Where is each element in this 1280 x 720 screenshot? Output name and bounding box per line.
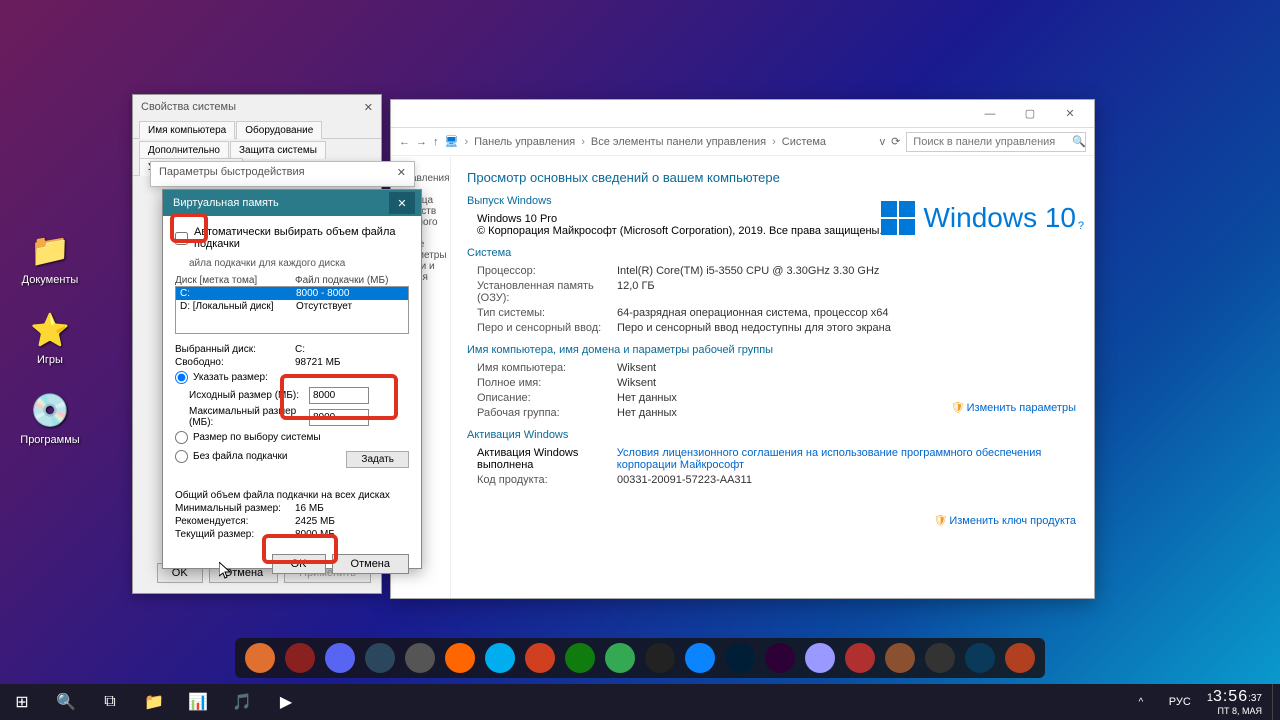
close-button[interactable]: ✕ [1050, 102, 1090, 126]
dock-app-icon[interactable] [245, 643, 275, 673]
help-icon[interactable]: ? [1078, 220, 1084, 232]
close-button[interactable]: ✕ [397, 166, 406, 182]
system-row: Перо и сенсорный ввод:Перо и сенсорный в… [477, 322, 1078, 334]
cursor-icon [219, 562, 233, 580]
refresh-icon[interactable]: ⟳ [891, 135, 900, 148]
dock-app-icon[interactable] [285, 643, 315, 673]
star-icon: ⭐ [30, 310, 70, 350]
dock-app-icon[interactable] [925, 643, 955, 673]
dock-app-icon[interactable] [405, 643, 435, 673]
breadcrumb-item[interactable]: Все элементы панели управления [591, 136, 766, 148]
taskbar-app[interactable]: ▶ [264, 684, 308, 720]
taskbar-app[interactable]: 🎵 [220, 684, 264, 720]
minimize-button[interactable]: — [970, 102, 1010, 126]
auto-manage-checkbox[interactable] [175, 232, 188, 245]
cancel-button[interactable]: Отмена [332, 554, 409, 574]
section-heading: Активация Windows [467, 429, 1078, 441]
system-row: Установленная память (ОЗУ):12,0 ГБ [477, 280, 1078, 304]
shield-icon: 🛡 [933, 515, 947, 527]
search-button[interactable]: 🔍 [44, 684, 88, 720]
system-row: Процессор:Intel(R) Core(TM) i5-3550 CPU … [477, 265, 1078, 277]
breadcrumb-item[interactable]: Система [782, 136, 826, 148]
dock-app-icon[interactable] [965, 643, 995, 673]
set-button[interactable]: Задать [346, 451, 409, 468]
change-key-link[interactable]: 🛡Изменить ключ продукта [933, 514, 1076, 527]
custom-size-radio[interactable] [175, 371, 188, 384]
system-size-radio[interactable] [175, 431, 188, 444]
tab-hardware[interactable]: Оборудование [236, 121, 322, 139]
dock-app-icon[interactable] [605, 643, 635, 673]
forward-icon[interactable]: → [416, 136, 427, 148]
dock-app-icon[interactable] [365, 643, 395, 673]
shield-icon: 🛡 [951, 402, 965, 414]
dock-app-icon[interactable] [485, 643, 515, 673]
desktop-icon-documents[interactable]: 📁Документы [15, 230, 85, 286]
dock-app-icon[interactable] [725, 643, 755, 673]
change-settings-link[interactable]: 🛡Изменить параметры [951, 401, 1076, 414]
desktop-icon-games[interactable]: ⭐Игры [15, 310, 85, 366]
system-row: Полное имя:Wiksent [477, 377, 1078, 389]
taskbar: ⊞ 🔍 ⧉ 📁 📊 🎵 ▶ ^ РУС 13:56:37 ПТ 8, МАЯ [0, 684, 1280, 720]
taskview-button[interactable]: ⧉ [88, 684, 132, 720]
windows-logo: Windows 10 [881, 201, 1076, 235]
search-icon: 🔍 [1072, 135, 1086, 148]
tray-icon[interactable]: ^ [1119, 684, 1163, 720]
list-item[interactable]: D: [Локальный диск]Отсутствует [176, 300, 408, 313]
dock-app-icon[interactable] [685, 643, 715, 673]
page-title: Просмотр основных сведений о вашем компь… [467, 170, 1078, 185]
dock-app-icon[interactable] [845, 643, 875, 673]
back-icon[interactable]: ← [399, 136, 410, 148]
up-icon[interactable]: ↑ [433, 136, 439, 148]
dock-app-icon[interactable] [645, 643, 675, 673]
section-heading: Имя компьютера, имя домена и параметры р… [467, 344, 1078, 356]
drive-list[interactable]: C:8000 - 8000 D: [Локальный диск]Отсутст… [175, 286, 409, 334]
license-terms-link[interactable]: Условия лицензионного соглашения на испо… [617, 447, 1078, 471]
dock-app-icon[interactable] [525, 643, 555, 673]
section-heading: Система [467, 247, 1078, 259]
taskbar-app[interactable]: 📁 [132, 684, 176, 720]
taskbar-app[interactable]: 📊 [176, 684, 220, 720]
breadcrumb-item[interactable]: Панель управления [474, 136, 575, 148]
disc-icon: 💿 [30, 390, 70, 430]
no-pagefile-radio[interactable] [175, 450, 188, 463]
dock-app-icon[interactable] [445, 643, 475, 673]
list-item[interactable]: C:8000 - 8000 [176, 287, 408, 300]
tab-advanced[interactable]: Дополнительно [139, 141, 229, 159]
system-row: Код продукта:00331-20091-57223-AA311 [477, 474, 1078, 486]
system-row: Тип системы:64-разрядная операционная си… [477, 307, 1078, 319]
ok-button[interactable]: OK [272, 554, 326, 574]
close-button[interactable]: ✕ [389, 192, 415, 214]
language-indicator[interactable]: РУС [1163, 684, 1197, 720]
search-input[interactable] [906, 132, 1086, 152]
taskbar-clock[interactable]: 13:56:37 ПТ 8, МАЯ [1197, 687, 1272, 717]
performance-options-window: Параметры быстродействия ✕ [150, 161, 415, 187]
folder-icon: 📁 [30, 230, 70, 270]
tab-computer-name[interactable]: Имя компьютера [139, 121, 235, 139]
maximize-button[interactable]: ▢ [1010, 102, 1050, 126]
dock-app-icon[interactable] [885, 643, 915, 673]
virtual-memory-dialog: Виртуальная память ✕ Автоматически выбир… [162, 189, 422, 569]
system-row: Имя компьютера:Wiksent [477, 362, 1078, 374]
dock-app-icon[interactable] [805, 643, 835, 673]
dock-app-icon[interactable] [1005, 643, 1035, 673]
breadcrumb: ← → ↑ 🖥 › Панель управления › Все элемен… [391, 128, 1094, 156]
max-size-input[interactable] [309, 409, 369, 426]
dock-app-icon[interactable] [565, 643, 595, 673]
app-launcher-dock [235, 638, 1045, 678]
initial-size-input[interactable] [309, 387, 369, 404]
show-desktop-button[interactable] [1272, 684, 1280, 720]
dock-app-icon[interactable] [325, 643, 355, 673]
close-button[interactable]: ✕ [364, 101, 373, 114]
start-button[interactable]: ⊞ [0, 684, 44, 720]
dock-app-icon[interactable] [765, 643, 795, 673]
desktop-icon-programs[interactable]: 💿Программы [15, 390, 85, 446]
system-panel-window: — ▢ ✕ ← → ↑ 🖥 › Панель управления › Все … [390, 99, 1095, 599]
tab-protection[interactable]: Защита системы [230, 141, 326, 159]
